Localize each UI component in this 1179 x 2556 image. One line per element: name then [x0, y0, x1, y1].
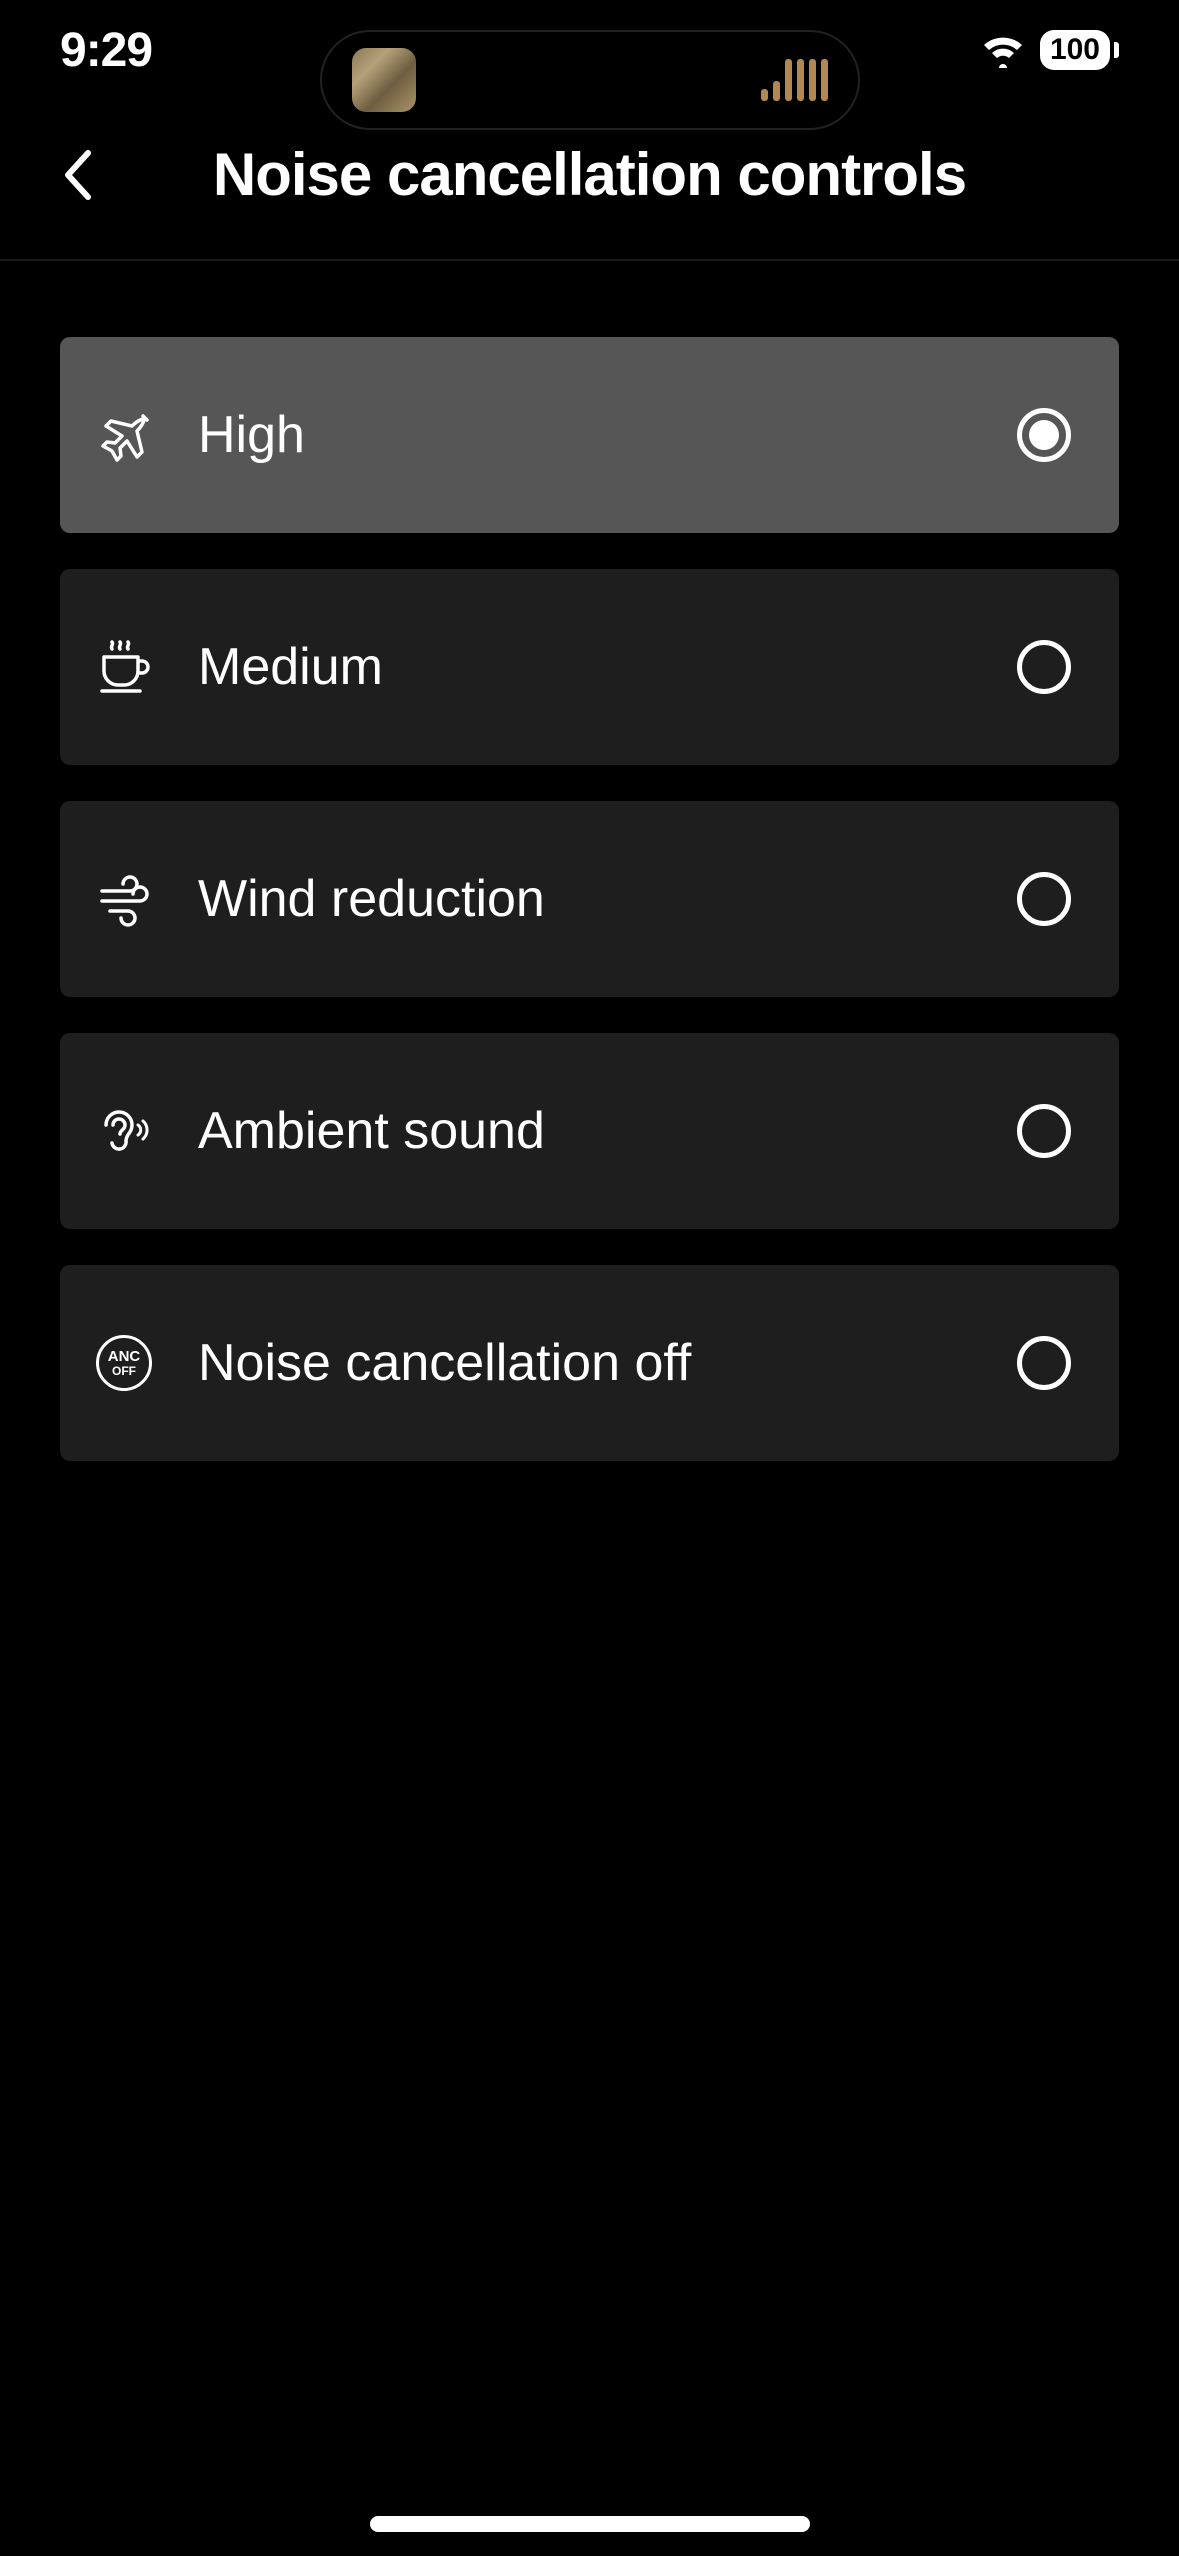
status-time: 9:29	[60, 23, 260, 78]
radio-selected[interactable]	[1017, 408, 1071, 462]
ear-icon	[96, 1103, 152, 1159]
page-title: Noise cancellation controls	[60, 140, 1119, 209]
coffee-icon	[96, 639, 152, 695]
radio-unselected[interactable]	[1017, 640, 1071, 694]
option-noise-cancellation-off[interactable]: ANC OFF Noise cancellation off	[60, 1265, 1119, 1461]
status-bar: 9:29 100	[0, 0, 1179, 100]
radio-unselected[interactable]	[1017, 1104, 1071, 1158]
anc-off-icon: ANC OFF	[96, 1335, 152, 1391]
airplane-icon	[96, 407, 152, 463]
option-label: Ambient sound	[198, 1101, 971, 1161]
option-label: Wind reduction	[198, 869, 971, 929]
now-playing-art-icon	[352, 48, 416, 112]
option-label: Medium	[198, 637, 971, 697]
option-wind-reduction[interactable]: Wind reduction	[60, 801, 1119, 997]
options-list: High Medium Wind reduction	[0, 261, 1179, 1461]
option-ambient-sound[interactable]: Ambient sound	[60, 1033, 1119, 1229]
home-indicator[interactable]	[370, 2516, 810, 2532]
battery-indicator: 100	[1040, 30, 1119, 70]
option-label: High	[198, 405, 971, 465]
status-indicators: 100	[919, 30, 1119, 70]
battery-level: 100	[1040, 30, 1110, 70]
anc-subtext: OFF	[112, 1365, 136, 1378]
dynamic-island[interactable]	[320, 30, 860, 130]
option-label: Noise cancellation off	[198, 1333, 971, 1393]
option-high[interactable]: High	[60, 337, 1119, 533]
option-medium[interactable]: Medium	[60, 569, 1119, 765]
radio-unselected[interactable]	[1017, 872, 1071, 926]
wifi-icon	[980, 32, 1026, 68]
wind-icon	[96, 871, 152, 927]
audio-visualizer-icon	[761, 59, 828, 101]
anc-text: ANC	[108, 1349, 141, 1365]
radio-unselected[interactable]	[1017, 1336, 1071, 1390]
